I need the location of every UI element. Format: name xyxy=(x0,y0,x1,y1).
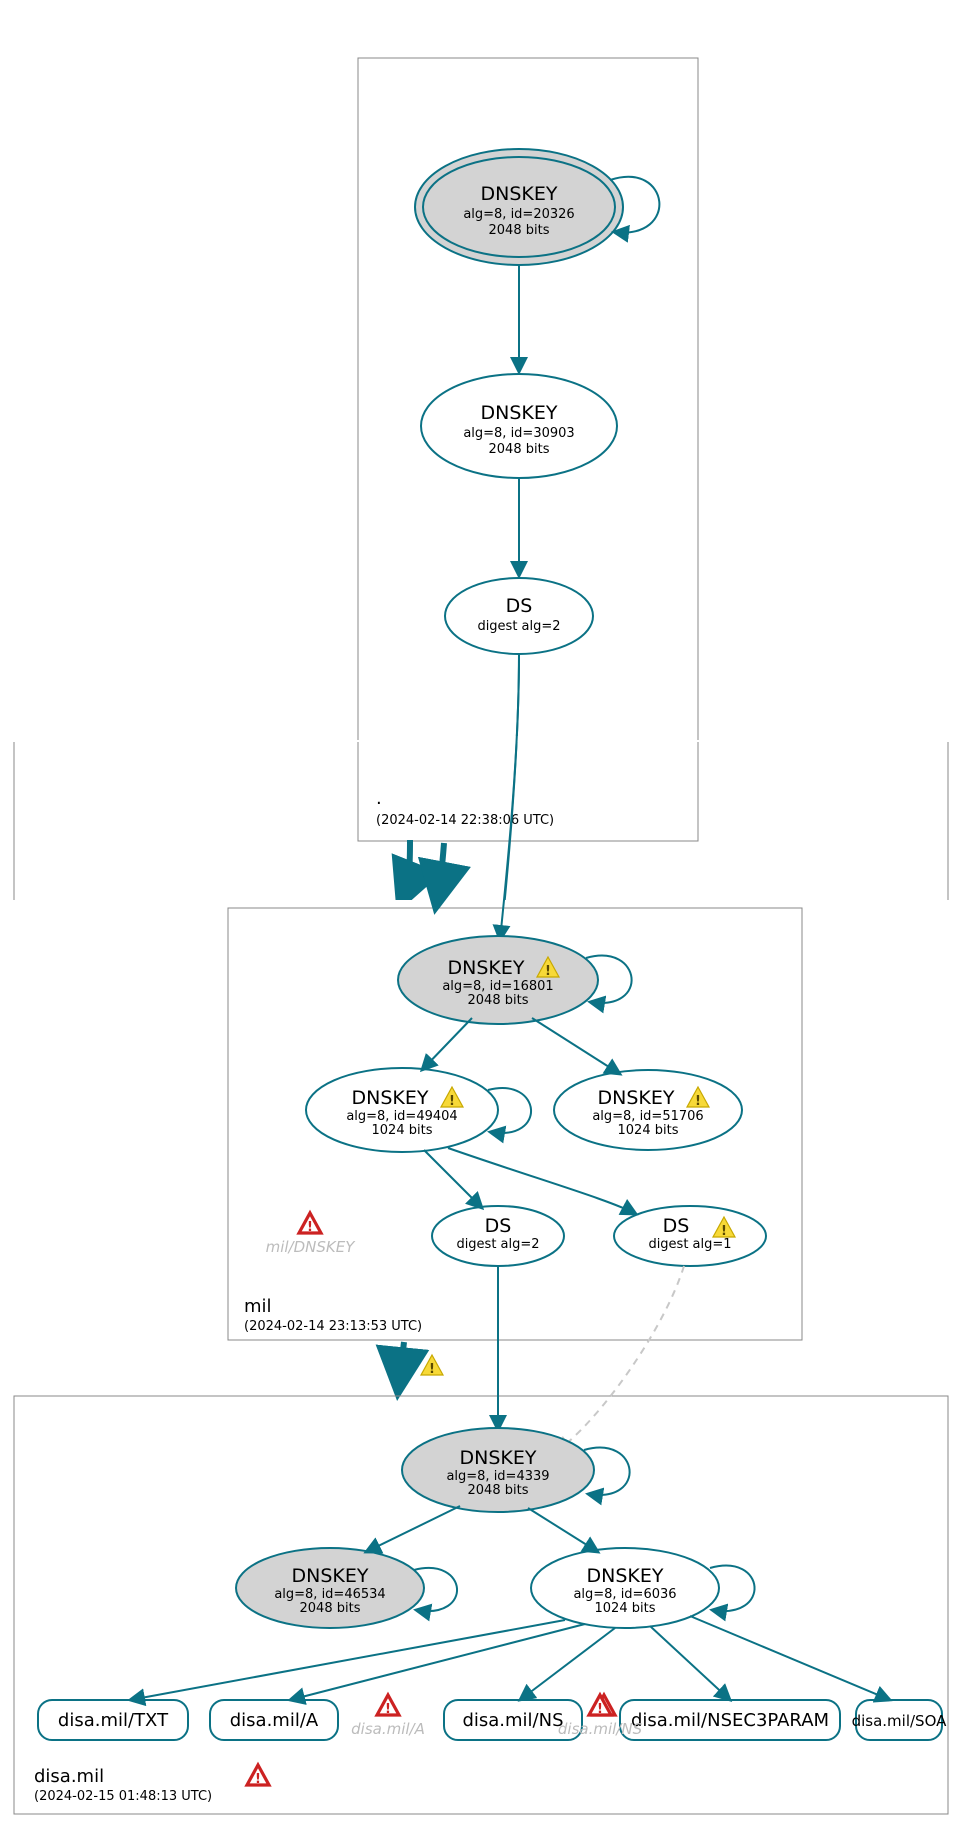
zone-disa-label: disa.mil xyxy=(34,1760,104,1781)
rr-txt[interactable]: disa.mil/TXT xyxy=(38,1700,188,1740)
svg-text:digest alg=1: digest alg=1 xyxy=(651,1454,734,1469)
svg-text:alg=8, id=16801: alg=8, id=16801 xyxy=(442,979,553,994)
warning-icon xyxy=(247,1761,269,1783)
svg-text:DS: DS xyxy=(506,595,533,617)
svg-text:alg=8, id=30903: alg=8, id=30903 xyxy=(463,426,574,441)
svg-text:1024 bits: 1024 bits xyxy=(372,1123,433,1138)
svg-text:disa.mil/NS: disa.mil/NS xyxy=(462,1710,563,1731)
svg-text:2048 bits: 2048 bits xyxy=(468,1483,529,1498)
node-disa-ksk[interactable]: DNSKEY alg=8, id=4339 2048 bits xyxy=(402,1428,594,1512)
svg-text:alg=8, id=6036: alg=8, id=6036 xyxy=(573,1587,676,1602)
svg-text:DS: DS xyxy=(663,1215,690,1237)
svg-text:DNSKEY: DNSKEY xyxy=(352,1087,429,1109)
rr-soa[interactable]: disa.mil/SOA xyxy=(852,1700,948,1740)
dnssec-diagram: ! ! . (2024-02-14 22:38:06 UTC) mil (202… xyxy=(0,0,963,1828)
svg-text:DNSKEY: DNSKEY xyxy=(481,183,558,205)
svg-text:2048 bits: 2048 bits xyxy=(489,223,550,238)
svg-text:digest alg=2: digest alg=2 xyxy=(477,619,560,634)
svg-text:2048 bits: 2048 bits xyxy=(468,993,529,1008)
svg-text:DS: DS xyxy=(664,1430,691,1452)
node-root-ksk[interactable]: DNSKEY alg=8, id=20326 2048 bits xyxy=(415,149,623,265)
svg-text:1024 bits: 1024 bits xyxy=(357,1270,418,1285)
rr-ns[interactable]: disa.mil/NS xyxy=(444,1700,582,1740)
error-icon xyxy=(292,1426,314,1448)
node-mil-zsk-49404[interactable]: DNSKEY alg=8, id=49404 1024 bits xyxy=(306,1068,498,1152)
zone-mil-ts: (2024-02-14 23:13:53 UTC) xyxy=(214,1647,392,1662)
svg-text:alg=8, id=16801: alg=8, id=16801 xyxy=(433,1051,544,1066)
node-mil-ksk[interactable]: DNSKEY alg=8, id=16801 2048 bits xyxy=(398,936,598,1024)
svg-text:1024 bits: 1024 bits xyxy=(595,1601,656,1616)
svg-text:alg=8, id=4339: alg=8, id=4339 xyxy=(446,1469,549,1484)
node-disa-ksk-46534[interactable]: DNSKEY alg=8, id=46534 2048 bits xyxy=(236,1548,424,1628)
svg-text:disa.mil/SOA: disa.mil/SOA xyxy=(852,1712,948,1730)
faded-mil-dnskey: mil/DNSKEY xyxy=(259,1454,350,1472)
node-root-zsk[interactable]: DNSKEY alg=8, id=30903 2048 bits xyxy=(421,374,617,478)
svg-text:2048 bits: 2048 bits xyxy=(489,442,550,457)
node-mil-ds-alg2[interactable]: DS digest alg=2 xyxy=(432,1206,564,1266)
rr-nsec3param[interactable]: disa.mil/NSEC3PARAM xyxy=(620,1700,840,1740)
svg-text:DNSKEY: DNSKEY xyxy=(448,957,525,979)
edge xyxy=(430,1300,640,1420)
svg-text:disa.mil/NSEC3PARAM: disa.mil/NSEC3PARAM xyxy=(631,1710,829,1731)
svg-text:digest alg=1: digest alg=1 xyxy=(648,1237,731,1252)
svg-text:DS: DS xyxy=(485,1215,512,1237)
svg-text:DNSKEY: DNSKEY xyxy=(587,1565,664,1587)
node-mil-zsk-51706[interactable]: DNSKEY alg=8, id=51706 1024 bits xyxy=(554,1070,742,1150)
svg-text:alg=8, id=49404: alg=8, id=49404 xyxy=(346,1109,457,1124)
svg-text:1024 bits: 1024 bits xyxy=(618,1123,679,1138)
zone-disa-box xyxy=(14,738,948,1828)
node-root-ds[interactable]: DS digest alg=2 xyxy=(445,578,593,654)
svg-text:alg=8, id=20326: alg=8, id=20326 xyxy=(463,207,574,222)
svg-text:alg=8, id=51706: alg=8, id=51706 xyxy=(592,1109,703,1124)
svg-text:digest alg=2: digest alg=2 xyxy=(456,1237,539,1252)
delegation-mil-disa xyxy=(398,1240,401,1313)
rr-a[interactable]: disa.mil/A xyxy=(210,1700,338,1740)
svg-text:DNSKEY: DNSKEY xyxy=(292,1565,369,1587)
svg-text:DNSKEY: DNSKEY xyxy=(598,1087,675,1109)
svg-text:alg=8, id=46534: alg=8, id=46534 xyxy=(274,1587,385,1602)
delegation-root-mil xyxy=(400,840,410,905)
svg-text:DNSKEY: DNSKEY xyxy=(438,1027,515,1049)
svg-text:disa.mil/TXT: disa.mil/TXT xyxy=(58,1710,169,1731)
node-mil-ds-alg1[interactable]: DS digest alg=1 xyxy=(611,1415,775,1487)
zone-mil-label: mil xyxy=(214,1622,242,1643)
zone-root-ts: (2024-02-14 22:38:06 UTC) xyxy=(376,813,554,828)
svg-text:DNSKEY: DNSKEY xyxy=(460,1447,537,1469)
svg-text:disa.mil/A: disa.mil/A xyxy=(230,1710,319,1731)
zone-disa-ts: (2024-02-15 01:48:13 UTC) xyxy=(34,1785,212,1800)
svg-text:1024 bits: 1024 bits xyxy=(602,1270,663,1285)
node-disa-zsk[interactable]: DNSKEY alg=8, id=6036 1024 bits xyxy=(531,1548,719,1628)
svg-text:alg=8, id=49404: alg=8, id=49404 xyxy=(331,1254,442,1269)
svg-text:DNSKEY: DNSKEY xyxy=(481,402,558,424)
svg-text:2048 bits: 2048 bits xyxy=(300,1601,361,1616)
zone-root-label: . xyxy=(376,788,382,809)
node-mil-ds-alg1[interactable]: DS digest alg=1 xyxy=(614,1206,766,1266)
